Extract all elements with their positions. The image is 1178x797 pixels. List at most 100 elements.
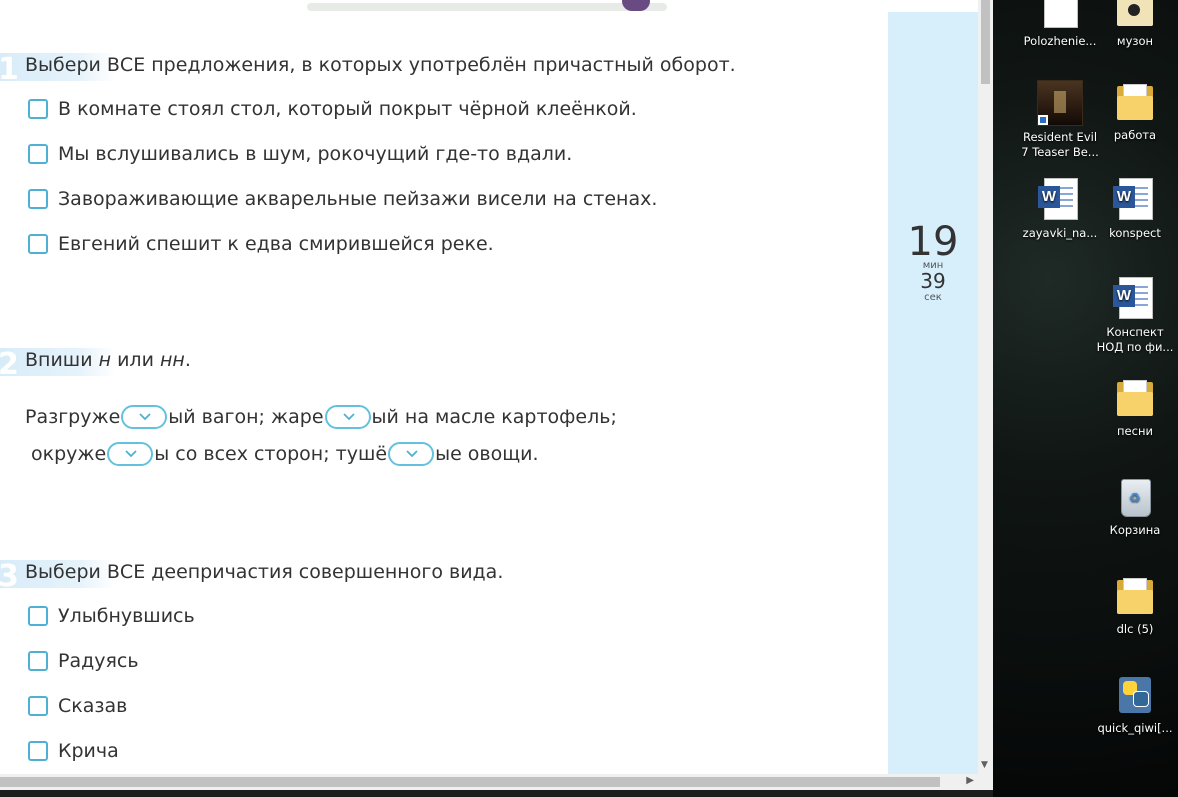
question-number: 1 [0, 52, 19, 87]
fill-sentence-line-2: окруже ы со всех сторон; тушё ые овощи. [31, 441, 539, 467]
timer-seconds: 39 [920, 269, 946, 293]
word-doc-icon: W [1113, 277, 1157, 321]
question-2-prompt: Впиши н или нн. [25, 349, 191, 371]
option-label: Крича [58, 740, 119, 762]
desktop-icon-label: музон [1116, 34, 1154, 48]
sentence-fragment: окруже [31, 443, 107, 465]
prompt-text: Впиши [25, 349, 99, 371]
desktop-icon-label: работа [1113, 128, 1157, 142]
option-label: В комнате стоял стол, который покрыт чёр… [58, 98, 637, 120]
question-number: 3 [0, 559, 19, 594]
sentence-fragment: Разгруже [25, 406, 121, 428]
answer-dropdown[interactable] [388, 442, 435, 466]
word-doc-icon: W [1038, 178, 1082, 222]
taskbar-edge [0, 790, 993, 797]
browser-window: 1 Выбери ВСЕ предложения, в которых упот… [0, 0, 993, 797]
desktop-icon[interactable]: работа [1093, 80, 1177, 143]
checkbox[interactable] [28, 99, 48, 119]
desktop-icon-label: Конспект НОД по фи... [1096, 325, 1174, 354]
prompt-italic-nn: нн [159, 349, 185, 371]
answer-dropdown[interactable] [324, 405, 371, 429]
timer-minutes: 19 [907, 219, 959, 265]
q3-option[interactable]: Сказав [28, 694, 127, 718]
option-label: Радуясь [58, 650, 139, 672]
q1-option[interactable]: Мы вслушивались в шум, рокочущий где-то … [28, 142, 572, 166]
sentence-fragment: ые овощи. [435, 443, 539, 465]
desktop-icon[interactable]: dlc (5) [1093, 574, 1177, 637]
q1-option[interactable]: Евгений спешит к едва смирившейся реке. [28, 232, 494, 256]
sentence-fragment: ы со всех сторон; тушё [154, 443, 388, 465]
q3-option[interactable]: Крича [28, 739, 119, 763]
timer-seconds-unit: сек [924, 292, 942, 303]
sentence-fragment: ый на масле картофель; [371, 406, 617, 428]
answer-dropdown[interactable] [121, 405, 168, 429]
chevron-down-icon [125, 450, 137, 458]
desktop-icon[interactable]: Polozhenie... [1018, 0, 1102, 49]
option-label: Завораживающие акварельные пейзажи висел… [58, 188, 658, 210]
option-label: Евгений спешит к едва смирившейся реке. [58, 233, 494, 255]
desktop-icon-label: konspect [1109, 226, 1161, 240]
answer-dropdown[interactable] [107, 442, 154, 466]
checkbox[interactable] [28, 144, 48, 164]
checkbox[interactable] [28, 234, 48, 254]
checkbox[interactable] [28, 741, 48, 761]
folder-icon [1113, 574, 1157, 618]
desktop-icon-label: Resident Evil 7 Teaser Be... [1021, 130, 1099, 159]
recycle-bin-icon: ♻ [1113, 475, 1157, 519]
horizontal-scrollbar[interactable]: ▶ [0, 774, 978, 790]
desktop-icon-label: Корзина [1109, 523, 1161, 537]
python-file-icon [1113, 673, 1157, 717]
q3-option[interactable]: Радуясь [28, 649, 139, 673]
question-1-prompt: Выбери ВСЕ предложения, в которых употре… [25, 54, 736, 76]
desktop-icon-label: quick_qiwi[... [1097, 721, 1173, 735]
progress-bar [307, 0, 667, 11]
desktop-icon[interactable]: музон [1093, 0, 1177, 49]
desktop-icon[interactable]: ♻ Корзина [1093, 475, 1177, 538]
chevron-down-icon [139, 413, 151, 421]
desktop-icon[interactable]: W Конспект НОД по фи... [1093, 277, 1177, 355]
scrollbar-thumb[interactable] [0, 777, 940, 787]
checkbox[interactable] [28, 606, 48, 626]
prompt-italic-n: н [98, 349, 112, 371]
scroll-right-arrow-icon[interactable]: ▶ [966, 775, 974, 786]
media-folder-icon [1113, 0, 1157, 30]
desktop-icon-label: песни [1117, 424, 1153, 438]
prompt-text: . [184, 349, 191, 371]
option-label: Сказав [58, 695, 128, 717]
sentence-fragment: ый вагон; жаре [168, 406, 324, 428]
desktop-icon-label: Polozhenie... [1023, 34, 1097, 48]
prompt-text: или [111, 349, 160, 371]
desktop-icon[interactable]: W konspect [1093, 178, 1177, 241]
desktop-icon[interactable]: Resident Evil 7 Teaser Be... [1018, 80, 1102, 160]
option-label: Улыбнувшись [58, 605, 195, 627]
progress-knob [622, 0, 650, 11]
question-3-prompt: Выбери ВСЕ деепричастия совершенного вид… [25, 561, 504, 583]
desktop-icon[interactable]: quick_qiwi[... [1093, 673, 1177, 736]
chevron-down-icon [406, 450, 418, 458]
checkbox[interactable] [28, 696, 48, 716]
scrollbar-corner [978, 774, 993, 790]
scrollbar-thumb[interactable] [981, 0, 990, 84]
game-shortcut-icon [1037, 80, 1083, 126]
vertical-scrollbar[interactable]: ▼ [978, 0, 993, 774]
desktop-icon[interactable]: песни [1093, 376, 1177, 439]
q3-option[interactable]: Улыбнувшись [28, 604, 195, 628]
desktop-icon-label: zayavki_na... [1022, 226, 1098, 240]
folder-icon [1113, 80, 1157, 124]
desktop-icon-label: dlc (5) [1116, 622, 1154, 636]
scroll-down-arrow-icon[interactable]: ▼ [981, 760, 988, 770]
option-label: Мы вслушивались в шум, рокочущий где-то … [58, 143, 573, 165]
checkbox[interactable] [28, 189, 48, 209]
folder-icon [1113, 376, 1157, 420]
question-number: 2 [0, 347, 19, 382]
word-doc-icon [1038, 0, 1082, 30]
quiz-page: 1 Выбери ВСЕ предложения, в которых упот… [0, 0, 978, 774]
q1-option[interactable]: В комнате стоял стол, который покрыт чёр… [28, 97, 637, 121]
desktop: Polozhenie... Resident Evil 7 Teaser Be.… [993, 0, 1178, 797]
desktop-icon[interactable]: W zayavki_na... [1018, 178, 1102, 241]
chevron-down-icon [342, 413, 355, 421]
checkbox[interactable] [28, 651, 48, 671]
q1-option[interactable]: Завораживающие акварельные пейзажи висел… [28, 187, 657, 211]
word-doc-icon: W [1113, 178, 1157, 222]
fill-sentence-line-1: Разгруже ый вагон; жаре ый на масле карт… [25, 404, 617, 430]
